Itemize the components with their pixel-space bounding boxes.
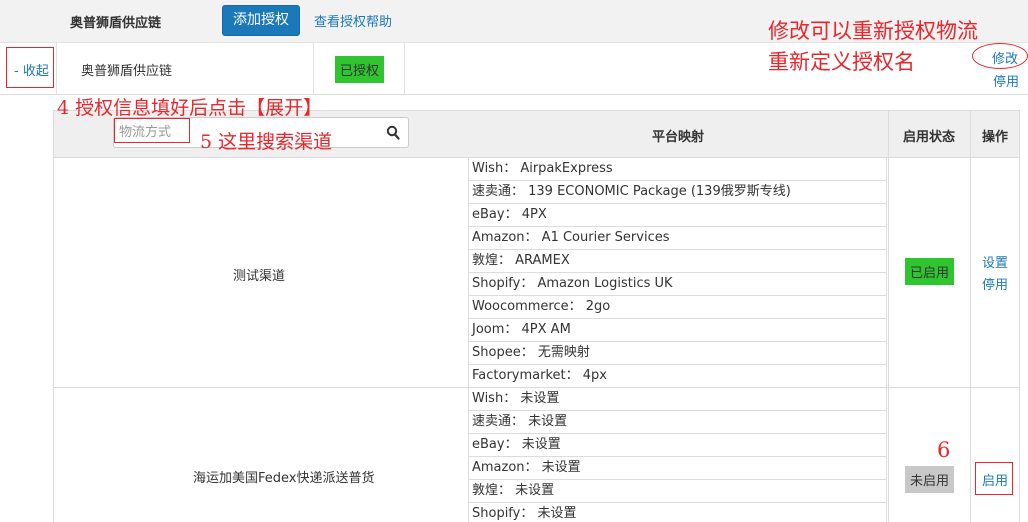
provider-title: 奥普狮盾供应链 <box>70 16 162 31</box>
auth-help-link[interactable]: 查看授权帮助 <box>314 11 392 30</box>
mapping-item: Shopify： Amazon Logistics UK <box>468 273 886 296</box>
search-icon[interactable] <box>386 125 400 141</box>
channel-name: 海运加美国Fedex快递派送普货 <box>193 471 375 486</box>
mapping-item: Factorymarket： 4px <box>472 368 607 383</box>
highlight-enable-box <box>975 462 1013 495</box>
annotation-step4: 4 授权信息填好后点击【展开】 <box>57 97 323 119</box>
mapping-item: 敦煌： ARAMEX <box>468 250 886 273</box>
highlight-modify-oval <box>972 43 1028 69</box>
mapping-item: eBay： 未设置 <box>468 434 886 457</box>
mapping-item: Wish： 未设置 <box>468 388 886 411</box>
divider <box>56 43 57 95</box>
mapping-item: Amazon： 未设置 <box>468 457 886 480</box>
divider <box>313 43 314 95</box>
mapping-item: 速卖通： 未设置 <box>468 411 886 434</box>
disable-provider-link[interactable]: 停用 <box>993 71 1019 90</box>
highlight-collapse-box <box>6 47 54 88</box>
provider-name: 奥普狮盾供应链 <box>81 64 173 79</box>
status-badge-enabled: 已启用 <box>905 258 955 285</box>
mapping-item: Shopify： 未设置 <box>472 506 577 521</box>
add-auth-button[interactable]: 添加授权 <box>222 5 300 36</box>
divider <box>404 43 405 95</box>
mapping-item: Woocommerce： 2go <box>468 296 886 319</box>
divider <box>970 111 971 522</box>
status-badge-disabled: 未启用 <box>905 466 955 493</box>
mapping-item: 敦煌： 未设置 <box>468 480 886 503</box>
highlight-search-box <box>114 118 190 143</box>
col-header-ops: 操作 <box>982 130 1009 145</box>
mapping-item: Amazon： A1 Courier Services <box>468 227 886 250</box>
channel-name: 测试渠道 <box>233 269 286 284</box>
mapping-item: eBay： 4PX <box>468 204 886 227</box>
disable-channel-link[interactable]: 停用 <box>982 274 1008 293</box>
auth-status-badge: 已授权 <box>335 56 385 83</box>
annotation-modify-hint: 修改可以重新授权物流 <box>768 19 978 43</box>
mapping-item: Wish： AirpakExpress <box>468 158 886 181</box>
mapping-item: 速卖通： 139 ECONOMIC Package (139俄罗斯专线) <box>468 181 886 204</box>
col-header-mapping: 平台映射 <box>652 130 705 145</box>
annotation-step5: 5 这里搜索渠道 <box>200 131 333 153</box>
mapping-item: Shopee： 无需映射 <box>468 342 886 365</box>
settings-link[interactable]: 设置 <box>982 252 1008 271</box>
annotation-step6: 6 <box>937 438 951 462</box>
annotation-rename-hint: 重新定义授权名 <box>768 50 915 74</box>
divider <box>888 111 889 522</box>
col-header-status: 启用状态 <box>903 130 956 145</box>
mapping-item: Joom： 4PX AM <box>468 319 886 342</box>
